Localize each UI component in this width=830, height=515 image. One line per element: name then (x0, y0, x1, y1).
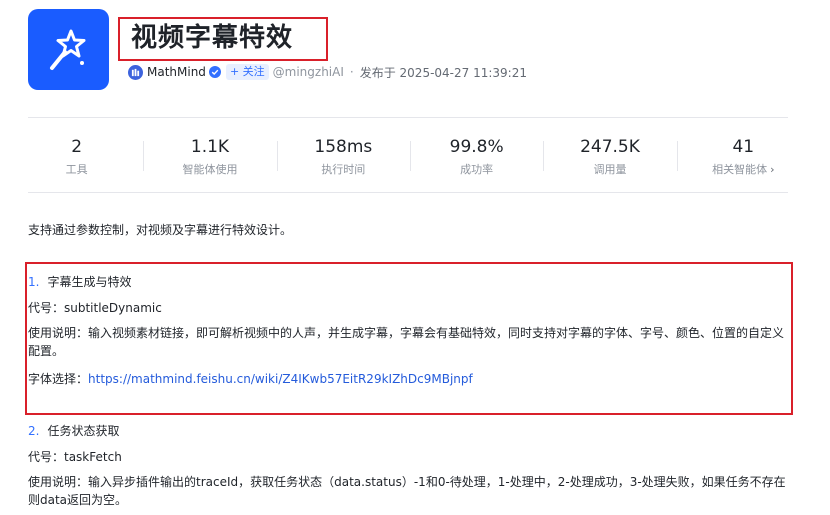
page-title: 视频字幕特效 (131, 23, 294, 53)
chevron-right-icon: › (770, 163, 775, 176)
mathmind-logo-icon (131, 68, 140, 76)
font-link[interactable]: https://mathmind.feishu.cn/wiki/Z4IKwb57… (88, 372, 473, 386)
tool-1-heading: 1. 字幕生成与特效 (28, 273, 131, 291)
stat-label: 相关智能体 (712, 163, 768, 176)
stat-value: 1.1K (190, 137, 230, 157)
stat-value: 247.5K (580, 137, 640, 157)
follow-button[interactable]: + 关注 (225, 64, 269, 80)
tool-name: 字幕生成与特效 (47, 275, 132, 289)
stat-call-volume: 247.5K 调用量 (543, 135, 676, 179)
stat-label: 调用量 (593, 163, 627, 176)
stat-label-row: 相关智能体 › (677, 161, 810, 179)
list-number: 1. (28, 275, 40, 289)
tool-1-usage: 使用说明：输入视频素材链接，即可解析视频中的人声，并生成字幕，字幕会有基础特效，… (28, 326, 785, 358)
tool-name: 任务状态获取 (47, 424, 120, 438)
stat-exec-time: 158ms 执行时间 (276, 135, 410, 179)
stat-value: 41 (732, 137, 755, 157)
author-handle[interactable]: @mingzhiAI (273, 65, 344, 79)
tool-2-usage: 使用说明：输入异步插件输出的traceId，获取任务状态（data.status… (28, 475, 786, 507)
tool-2-heading: 2. 任务状态获取 (28, 422, 119, 440)
app-icon (28, 9, 109, 90)
list-number: 2. (28, 424, 40, 438)
stat-label: 执行时间 (321, 163, 366, 176)
stat-value: 2 (71, 137, 83, 157)
verified-badge-icon (208, 66, 221, 78)
magic-wand-icon (49, 29, 85, 70)
stats-divider-top (28, 117, 788, 118)
author-meta: MathMind + 关注 @mingzhiAI · 发布于 2025-04-2… (128, 63, 527, 81)
avatar[interactable] (128, 64, 143, 80)
stats-divider-bottom (28, 192, 788, 193)
tool-1-code: 代号：subtitleDynamic (28, 301, 162, 315)
plugin-description: 支持通过参数控制，对视频及字幕进行特效设计。 (28, 223, 293, 237)
font-label: 字体选择： (28, 372, 89, 386)
stat-related-agents[interactable]: 41 相关智能体 › (676, 135, 810, 179)
stat-label: 成功率 (460, 163, 494, 176)
meta-separator: · (349, 65, 354, 79)
stat-success-rate: 99.8% 成功率 (409, 135, 543, 179)
stat-value: 99.8% (449, 137, 504, 157)
stat-agent-usage: 1.1K 智能体使用 (143, 135, 276, 179)
author-name[interactable]: MathMind (147, 65, 206, 79)
stat-tools: 2 工具 (10, 135, 143, 179)
publish-time: 发布于 2025-04-27 11:39:21 (359, 65, 527, 80)
tool-1-font-row: 字体选择：https://mathmind.feishu.cn/wiki/Z4I… (28, 370, 473, 388)
tool-2-code: 代号：taskFetch (28, 450, 122, 464)
stats-bar: 2 工具 1.1K 智能体使用 158ms 执行时间 99.8% 成功率 247… (10, 135, 810, 179)
stat-value: 158ms (314, 137, 373, 157)
stat-label: 智能体使用 (182, 163, 238, 176)
stat-label: 工具 (65, 163, 88, 176)
